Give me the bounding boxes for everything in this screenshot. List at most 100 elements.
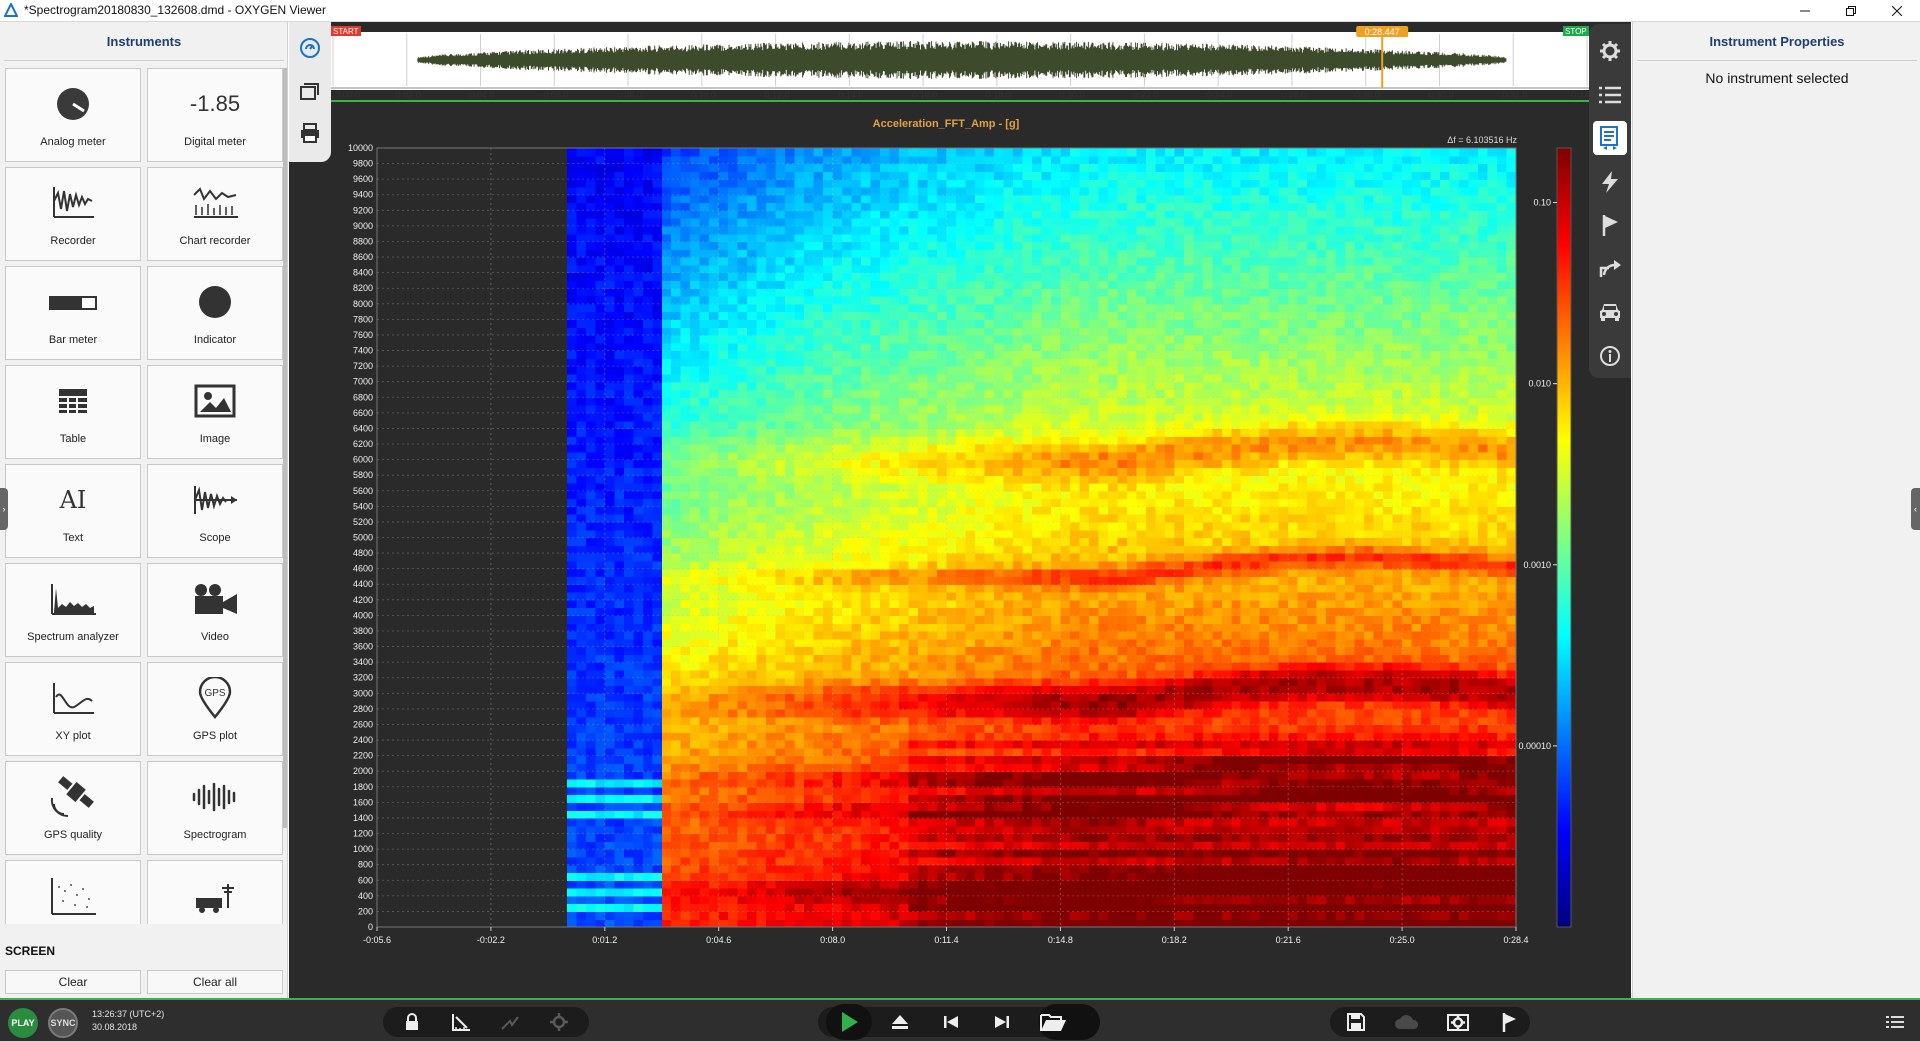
heatmap-cell: [604, 490, 615, 500]
heatmap-cell: [918, 537, 929, 546]
recording-overview[interactable]: 0:00.0 0:02.0 0:04.0 0:06.0 0:08.0 0:10.0 0:12…: [331, 26, 1589, 102]
spectrogram-chart[interactable]: 0200400600800100012001400160018002000220…: [331, 140, 1631, 950]
heatmap-cell: [927, 257, 938, 266]
heatmap-cell: [614, 506, 625, 515]
heatmap-cell: [918, 350, 929, 359]
heatmap-cell: [661, 724, 672, 733]
heatmap-cell: [974, 732, 986, 741]
heatmap-cell: [775, 521, 786, 531]
heatmap-cell: [766, 545, 777, 554]
heatmap-cell: [576, 350, 587, 359]
heatmap-cell: [604, 155, 615, 165]
heatmap-cell: [889, 327, 900, 336]
heatmap-cell: [747, 685, 758, 694]
instrument-tile-gps-quality[interactable]: GPS quality: [5, 761, 141, 855]
heatmap-cell: [899, 584, 910, 593]
heatmap-cell: [832, 599, 843, 609]
heatmap-cell: [993, 257, 1005, 266]
heatmap-cell: [889, 856, 900, 866]
instrument-tile-chart-recorder[interactable]: Chart recorder: [147, 167, 283, 261]
heatmap-cell: [737, 708, 748, 718]
heatmap-cell: [709, 428, 720, 437]
instrument-tile-spectrum-analyzer[interactable]: Spectrum analyzer: [5, 563, 141, 657]
stop-marker-label: STOP: [1565, 27, 1587, 36]
heatmap-cell: [614, 148, 625, 157]
heatmap-cell: [955, 412, 967, 422]
heatmap-cell: [1003, 716, 1014, 726]
heatmap-cell: [804, 389, 815, 398]
title-bar: *Spectrogram20180830_132608.dmd - OXYGEN…: [0, 0, 1920, 22]
heatmap-cell: [823, 194, 834, 204]
instrument-tile-bar-meter[interactable]: Bar meter: [5, 266, 141, 360]
heatmap-cell: [832, 327, 843, 336]
heatmap-cell: [566, 475, 577, 484]
instrument-tile-xy-plot[interactable]: XY plot: [5, 662, 141, 756]
heatmap-cell: [576, 919, 587, 928]
heatmap-cell: [870, 529, 881, 539]
heatmap-cell: [842, 155, 853, 165]
instrument-tile-image[interactable]: Image: [147, 365, 283, 459]
heatmap-cell: [623, 911, 634, 920]
clear-all-button[interactable]: Clear all: [147, 970, 283, 994]
heatmap-cell: [823, 732, 834, 741]
heatmap-cell: [680, 849, 691, 858]
heatmap-cell: [671, 272, 682, 282]
heatmap-cell: [880, 919, 891, 928]
heatmap-cell: [965, 662, 976, 671]
heatmap-cell: [709, 708, 720, 718]
instrument-tile-vehicle-signal[interactable]: [147, 860, 283, 924]
heatmap-cell: [623, 786, 634, 796]
heatmap-cell: [927, 482, 938, 492]
instrument-tile-table[interactable]: Table: [5, 365, 141, 459]
instrument-tile-video[interactable]: Video: [147, 563, 283, 657]
instrument-tile-gps-plot[interactable]: GPS GPS plot: [147, 662, 283, 756]
close-icon[interactable]: [1874, 0, 1920, 22]
clear-button[interactable]: Clear: [5, 970, 141, 994]
heatmap-cell: [756, 732, 767, 741]
heatmap-cell: [585, 436, 596, 445]
heatmap-cell: [899, 771, 910, 780]
heatmap-cell: [908, 919, 919, 928]
heatmap-cell: [899, 358, 910, 367]
collapse-left-panel-handle[interactable]: ›: [0, 488, 8, 530]
heatmap-cell: [832, 638, 843, 648]
heatmap-cell: [880, 693, 891, 702]
instrument-edit-icon[interactable]: [297, 36, 323, 62]
instrument-tile-indicator[interactable]: Indicator: [147, 266, 283, 360]
heatmap-cell: [946, 163, 957, 172]
heatmap-cell: [937, 202, 948, 211]
heatmap-cell: [785, 233, 796, 243]
heatmap-cell: [823, 825, 834, 835]
heatmap-cell: [832, 911, 843, 920]
instrument-tile-scatter-plot[interactable]: [5, 860, 141, 924]
heatmap-cell: [595, 521, 606, 531]
heatmap-cell: [699, 786, 710, 796]
heatmap-cell: [1012, 623, 1024, 632]
overview-expand-handle[interactable]: [944, 101, 978, 102]
instrument-tile-analog-meter[interactable]: Analog meter: [5, 68, 141, 162]
minimize-icon[interactable]: [1782, 0, 1828, 22]
heatmap-cell: [908, 763, 919, 772]
heatmap-cell: [728, 210, 739, 219]
heatmap-cell: [633, 459, 644, 468]
heatmap-cell: [937, 459, 948, 468]
heatmap-cell: [623, 342, 634, 352]
heatmap-cell: [908, 833, 919, 842]
instrument-tile-scope[interactable]: Scope: [147, 464, 283, 558]
restore-icon[interactable]: [1828, 0, 1874, 22]
instrument-tile-recorder[interactable]: Recorder: [5, 167, 141, 261]
bar-meter-icon: [6, 275, 140, 329]
heatmap-cell: [870, 296, 881, 305]
heatmap-cell: [604, 880, 615, 889]
overview-waveform[interactable]: 0:00.0 0:02.0 0:04.0 0:06.0 0:08.0 0:10.0 0:12…: [331, 26, 1589, 102]
heatmap-cell: [661, 778, 672, 788]
heatmap-cell: [690, 311, 701, 320]
heatmap-cell: [794, 786, 805, 796]
heatmap-cell: [908, 272, 919, 282]
instrument-tile-digital-meter[interactable]: -1.85 Digital meter: [147, 68, 283, 162]
instrument-tile-spectrogram[interactable]: Spectrogram: [147, 761, 283, 855]
duplicate-screen-icon[interactable]: [297, 78, 323, 104]
heatmap-cell: [633, 475, 644, 484]
palette-scrollbar[interactable]: [283, 68, 287, 828]
instrument-tile-text[interactable]: AI Text: [5, 464, 141, 558]
